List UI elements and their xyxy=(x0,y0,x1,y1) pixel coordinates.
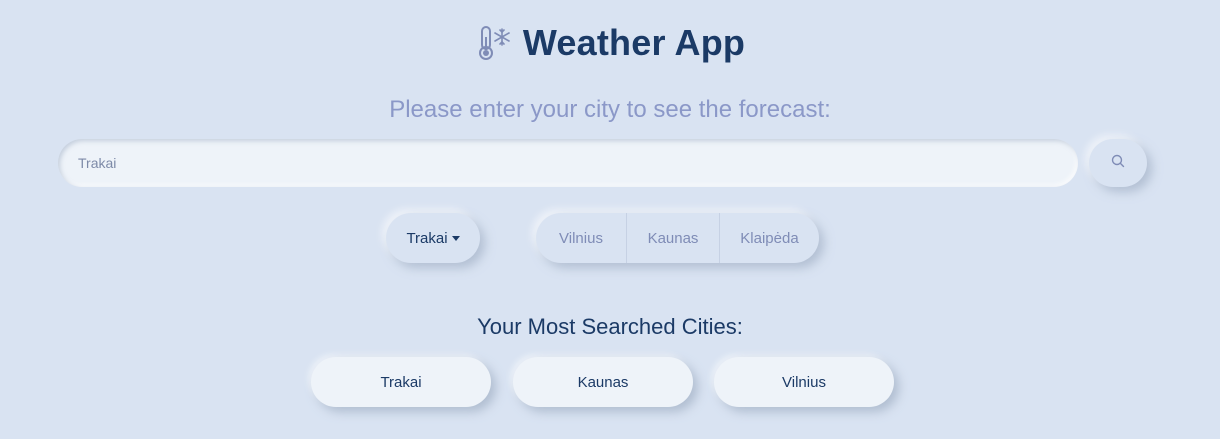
most-searched-city-vilnius[interactable]: Vilnius xyxy=(714,357,894,407)
most-searched-title: Your Most Searched Cities: xyxy=(477,314,743,339)
city-dropdown-label: Trakai xyxy=(406,229,448,247)
city-button-vilnius[interactable]: Vilnius xyxy=(536,213,626,263)
city-dropdown[interactable]: Trakai xyxy=(386,213,480,263)
most-searched-city-trakai[interactable]: Trakai xyxy=(311,357,491,407)
city-search-input[interactable] xyxy=(58,139,1078,187)
city-button-group: Vilnius Kaunas Klaipėda xyxy=(536,213,819,263)
caret-down-icon xyxy=(451,236,460,241)
search-prompt: Please enter your city to see the foreca… xyxy=(389,96,831,123)
app-header: Weather App xyxy=(0,22,1220,64)
city-button-kaunas[interactable]: Kaunas xyxy=(626,213,719,263)
app-title: Weather App xyxy=(522,22,746,63)
thermometer-snowflake-icon xyxy=(475,22,511,64)
most-searched-city-kaunas[interactable]: Kaunas xyxy=(513,357,693,407)
city-button-klaipeda[interactable]: Klaipėda xyxy=(719,213,819,263)
search-icon xyxy=(1110,153,1126,174)
search-button[interactable] xyxy=(1089,139,1147,187)
